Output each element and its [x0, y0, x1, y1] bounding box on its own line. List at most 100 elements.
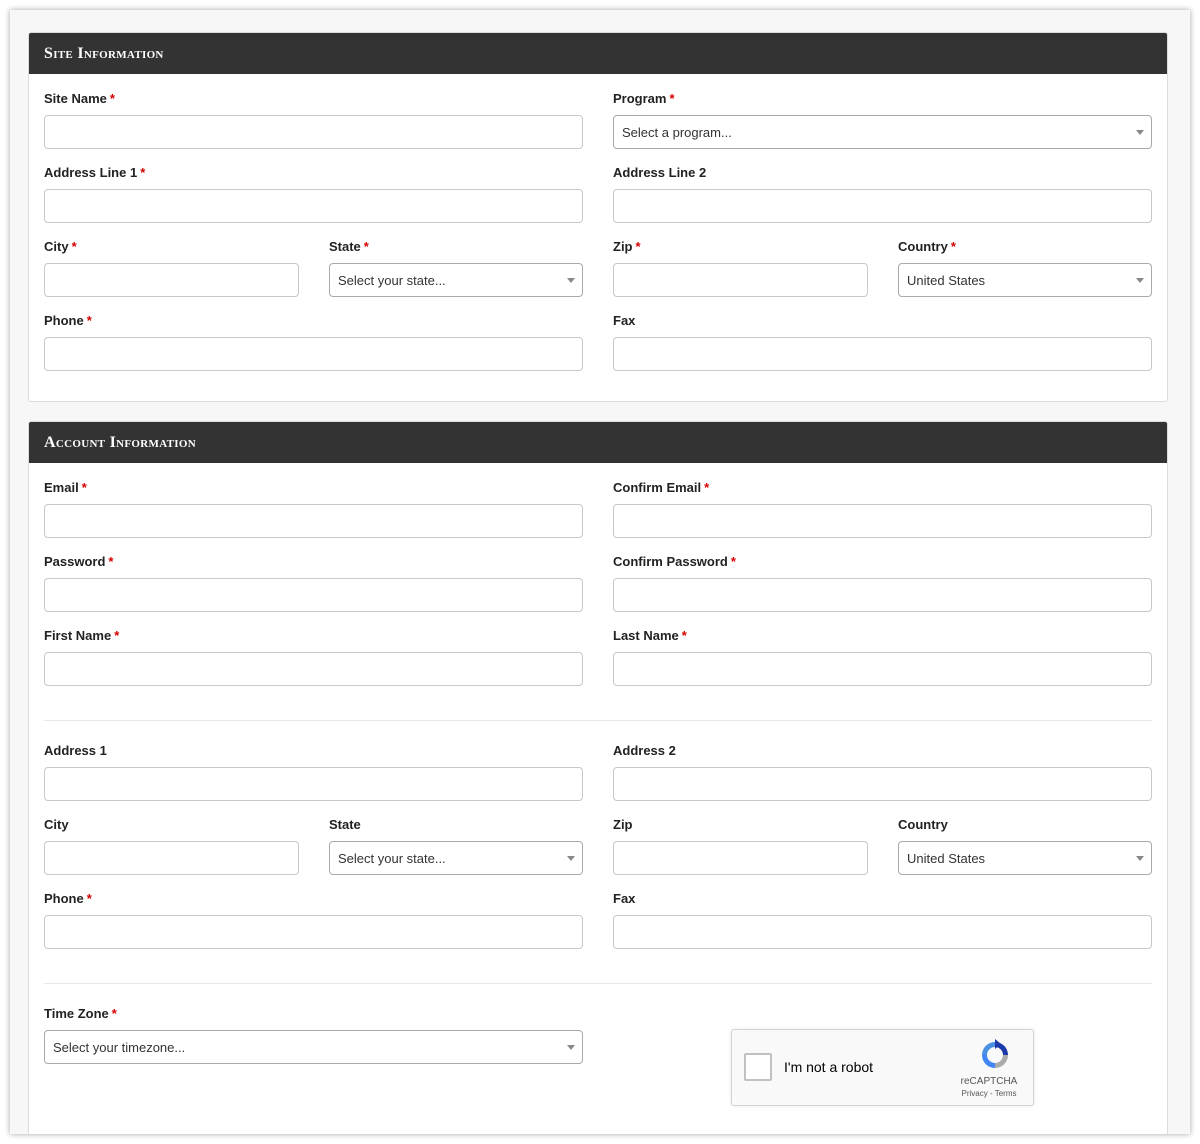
account-state-select[interactable]: Select your state...	[329, 841, 583, 875]
account-fax-field: Fax	[613, 891, 1152, 949]
last-name-field: Last Name *	[613, 628, 1152, 686]
phone-input[interactable]	[44, 337, 583, 371]
account-phone-label: Phone *	[44, 891, 92, 906]
country-select-value: United States	[907, 272, 986, 288]
section-divider	[44, 983, 1152, 984]
fax-label: Fax	[613, 313, 636, 328]
account-phone-input[interactable]	[44, 915, 583, 949]
city-label: City *	[44, 239, 77, 254]
last-name-input[interactable]	[613, 652, 1152, 686]
required-marker: *	[86, 313, 92, 328]
recaptcha-logo-icon	[982, 1039, 1008, 1068]
account-city-label: City	[44, 817, 69, 832]
address-1-field: Address 1	[44, 743, 583, 801]
site-name-input[interactable]	[44, 115, 583, 149]
program-field: Program * Select a program...	[613, 91, 1152, 149]
address-line-2-input[interactable]	[613, 189, 1152, 223]
account-zip-input[interactable]	[613, 841, 868, 875]
first-name-input[interactable]	[44, 652, 583, 686]
password-input[interactable]	[44, 578, 583, 612]
confirm-email-input[interactable]	[613, 504, 1152, 538]
address-2-field: Address 2	[613, 743, 1152, 801]
account-fax-input[interactable]	[613, 915, 1152, 949]
state-select-value: Select your state...	[338, 272, 446, 288]
recaptcha-widget: I'm not a robot reCAPTCHA Privacy - Term…	[731, 1029, 1034, 1106]
address-line-1-label: Address Line 1 *	[44, 165, 146, 180]
required-marker: *	[669, 91, 675, 106]
city-input[interactable]	[44, 263, 299, 297]
state-label: State *	[329, 239, 369, 254]
account-information-panel: Account Information Email * Confirm Email…	[28, 421, 1168, 1134]
recaptcha-links[interactable]: Privacy - Terms	[957, 1089, 1021, 1098]
site-name-field: Site Name *	[44, 91, 583, 149]
zip-input[interactable]	[613, 263, 868, 297]
site-information-panel: Site Information Site Name * Program * Sel…	[28, 32, 1168, 402]
account-phone-field: Phone *	[44, 891, 583, 949]
email-label: Email *	[44, 480, 87, 495]
chevron-down-icon	[1136, 130, 1144, 135]
required-marker: *	[109, 91, 115, 106]
account-state-select-value: Select your state...	[338, 850, 446, 866]
recaptcha-checkbox[interactable]	[744, 1053, 772, 1081]
chevron-down-icon	[567, 1045, 575, 1050]
confirm-email-field: Confirm Email *	[613, 480, 1152, 538]
chevron-down-icon	[1136, 856, 1144, 861]
zip-label: Zip *	[613, 239, 641, 254]
email-input[interactable]	[44, 504, 583, 538]
required-marker: *	[635, 239, 641, 254]
recaptcha-brand: reCAPTCHA	[960, 1076, 1018, 1087]
timezone-field: Time Zone * Select your timezone...	[44, 1006, 583, 1064]
chevron-down-icon	[1136, 278, 1144, 283]
required-marker: *	[681, 628, 687, 643]
chevron-down-icon	[567, 278, 575, 283]
first-name-label: First Name *	[44, 628, 120, 643]
address-line-2-label: Address Line 2	[613, 165, 707, 180]
program-label: Program *	[613, 91, 675, 106]
confirm-password-field: Confirm Password *	[613, 554, 1152, 612]
required-marker: *	[950, 239, 956, 254]
timezone-select[interactable]: Select your timezone...	[44, 1030, 583, 1064]
address-2-label: Address 2	[613, 743, 676, 758]
program-select-value: Select a program...	[622, 124, 732, 140]
confirm-password-input[interactable]	[613, 578, 1152, 612]
required-marker: *	[71, 239, 77, 254]
address-line-1-field: Address Line 1 *	[44, 165, 583, 223]
password-field: Password *	[44, 554, 583, 612]
state-field: State * Select your state...	[329, 239, 583, 297]
site-name-label: Site Name *	[44, 91, 115, 106]
address-2-input[interactable]	[613, 767, 1152, 801]
country-label: Country *	[898, 239, 956, 254]
required-marker: *	[730, 554, 736, 569]
last-name-label: Last Name *	[613, 628, 687, 643]
account-information-header: Account Information	[29, 422, 1167, 463]
country-field: Country * United States	[898, 239, 1152, 297]
phone-label: Phone *	[44, 313, 92, 328]
required-marker: *	[140, 165, 146, 180]
account-city-input[interactable]	[44, 841, 299, 875]
account-country-select-value: United States	[907, 850, 986, 866]
city-field: City *	[44, 239, 299, 297]
required-marker: *	[111, 1006, 117, 1021]
zip-field: Zip *	[613, 239, 868, 297]
phone-field: Phone *	[44, 313, 583, 371]
account-country-select[interactable]: United States	[898, 841, 1152, 875]
address-1-input[interactable]	[44, 767, 583, 801]
required-marker: *	[86, 891, 92, 906]
account-zip-label: Zip	[613, 817, 633, 832]
confirm-password-label: Confirm Password *	[613, 554, 736, 569]
country-select[interactable]: United States	[898, 263, 1152, 297]
account-state-label: State	[329, 817, 361, 832]
state-select[interactable]: Select your state...	[329, 263, 583, 297]
page-frame: Site Information Site Name * Program * Sel…	[10, 10, 1190, 1134]
address-line-1-input[interactable]	[44, 189, 583, 223]
account-state-field: State Select your state...	[329, 817, 583, 875]
account-country-label: Country	[898, 817, 948, 832]
email-field: Email *	[44, 480, 583, 538]
confirm-email-label: Confirm Email *	[613, 480, 710, 495]
address-1-label: Address 1	[44, 743, 107, 758]
timezone-select-value: Select your timezone...	[53, 1039, 186, 1055]
fax-input[interactable]	[613, 337, 1152, 371]
program-select[interactable]: Select a program...	[613, 115, 1152, 149]
address-line-2-field: Address Line 2	[613, 165, 1152, 223]
account-fax-label: Fax	[613, 891, 636, 906]
